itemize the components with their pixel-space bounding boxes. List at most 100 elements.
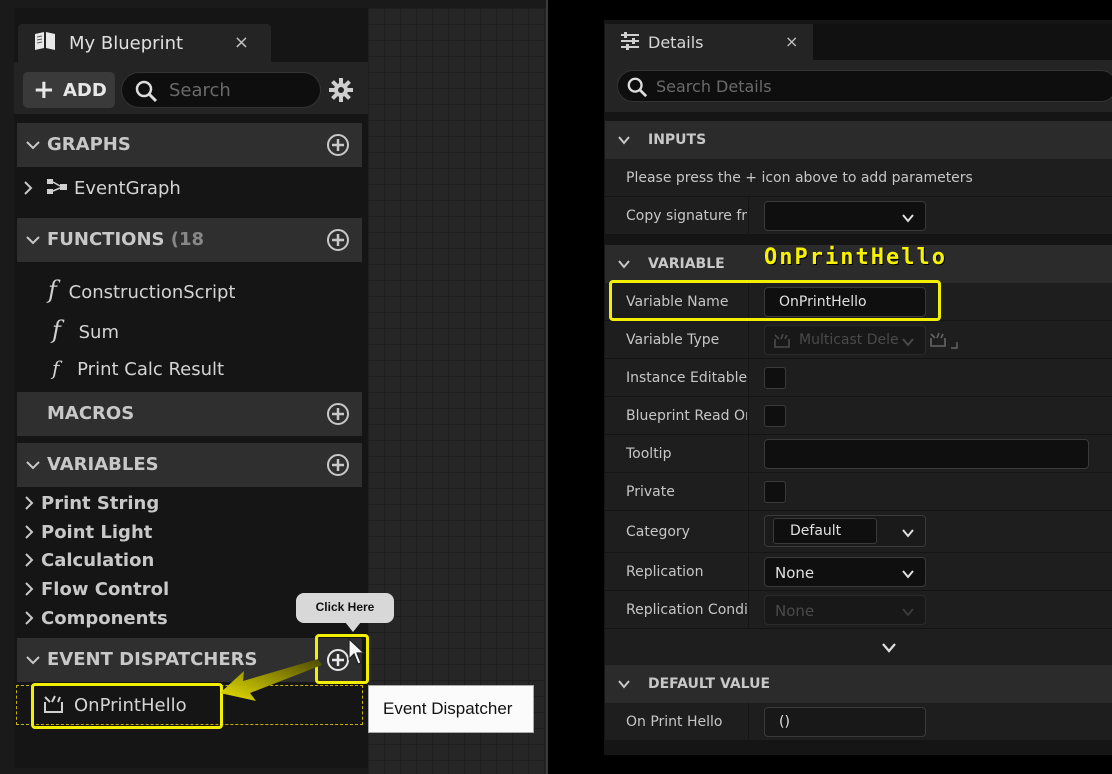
column-separator <box>748 435 749 473</box>
replication-condition-value: None <box>775 602 815 620</box>
tab-title: My Blueprint <box>69 33 184 54</box>
add-button-label: ADD <box>63 80 107 101</box>
section-label: VARIABLES <box>47 454 159 475</box>
replication-condition-row: Replication Conditi None <box>605 591 1112 629</box>
my-blueprint-window: My Blueprint × + ADD Search GRAPHS Event… <box>0 0 548 774</box>
add-variable-icon[interactable] <box>326 453 350 477</box>
details-search-row: Search Details <box>605 60 1112 112</box>
blueprint-read-only-row: Blueprint Read Onl <box>605 397 1112 435</box>
functions-count: (18 <box>170 229 205 250</box>
function-item-constructionscript[interactable]: f ConstructionScript <box>48 276 235 304</box>
section-variables[interactable]: VARIABLES <box>17 443 362 487</box>
column-separator <box>748 359 749 397</box>
blueprint-search-input[interactable]: Search <box>121 72 321 108</box>
chevron-right-icon <box>24 181 33 195</box>
replication-dropdown[interactable]: None <box>764 557 926 587</box>
section-inputs[interactable]: INPUTS <box>605 121 1112 159</box>
construction-function-icon: f <box>48 276 57 304</box>
plus-icon: + <box>33 75 55 105</box>
add-graph-icon[interactable] <box>326 133 350 157</box>
search-placeholder: Search <box>169 80 231 101</box>
chevron-down-icon <box>902 529 914 538</box>
sliders-icon <box>621 32 639 50</box>
event-dispatcher-callout: Event Dispatcher <box>368 685 534 733</box>
category-label: Category <box>626 524 690 540</box>
copy-signature-label: Copy signature fro <box>626 208 747 224</box>
section-label: GRAPHS <box>47 134 131 155</box>
tooltip-tail <box>345 622 361 632</box>
variable-category-print-string[interactable]: Print String <box>22 493 159 514</box>
tooltip-label: Tooltip <box>626 446 672 462</box>
function-icon: f <box>52 356 60 380</box>
on-print-hello-value-field[interactable]: () <box>764 707 926 737</box>
copy-signature-dropdown[interactable] <box>764 201 926 231</box>
annotation-label: OnPrintHello <box>764 245 947 270</box>
add-button[interactable]: + ADD <box>23 72 115 108</box>
graph-item-eventgraph[interactable]: EventGraph <box>22 178 181 199</box>
inputs-hint: Please press the + icon above to add par… <box>626 170 973 186</box>
callout-text: Event Dispatcher <box>383 699 513 718</box>
variable-category-flow-control[interactable]: Flow Control <box>22 579 169 600</box>
function-item-print-calc-result[interactable]: f Print Calc Result <box>52 356 224 380</box>
tooltip-row: Tooltip <box>605 435 1112 473</box>
category-combo[interactable]: Default <box>764 515 926 547</box>
column-separator <box>748 703 749 741</box>
section-label: DEFAULT VALUE <box>648 676 771 692</box>
container-type-icon[interactable] <box>929 331 959 349</box>
replication-condition-label: Replication Conditi <box>626 602 747 618</box>
chevron-right-icon <box>25 611 34 625</box>
close-icon[interactable]: × <box>785 32 798 51</box>
details-search-input[interactable]: Search Details <box>617 70 1112 102</box>
close-icon[interactable]: × <box>234 32 249 53</box>
instance-editable-checkbox[interactable] <box>764 367 786 389</box>
private-label: Private <box>626 484 675 500</box>
column-separator <box>748 511 749 553</box>
search-placeholder: Search Details <box>656 77 772 96</box>
column-separator <box>748 397 749 435</box>
function-item-sum[interactable]: f Sum <box>52 316 119 344</box>
add-macro-icon[interactable] <box>326 402 350 426</box>
tooltip-input[interactable] <box>764 439 1089 469</box>
blueprint-toolbar: + ADD Search <box>14 62 368 114</box>
chevron-down-icon <box>902 570 914 579</box>
graph-canvas[interactable] <box>368 8 548 774</box>
function-item-label: ConstructionScript <box>68 282 236 303</box>
variable-type-dropdown[interactable]: Multicast Dele <box>764 325 926 355</box>
chevron-down-icon <box>26 236 40 245</box>
replication-label: Replication <box>626 564 704 580</box>
tab-strip <box>813 24 1112 60</box>
event-graph-icon <box>47 179 67 194</box>
replication-condition-dropdown[interactable]: None <box>764 595 926 625</box>
search-icon <box>135 80 158 103</box>
panel-divider <box>546 0 548 774</box>
section-macros[interactable]: MACROS <box>17 392 362 436</box>
variable-type-value: Multicast Dele <box>799 332 899 348</box>
variable-category-components[interactable]: Components <box>22 608 168 629</box>
chevron-down-icon <box>902 338 914 347</box>
advanced-expander-row[interactable] <box>605 629 1112 667</box>
section-functions[interactable]: FUNCTIONS (18 <box>17 218 362 262</box>
tab-my-blueprint[interactable]: My Blueprint × <box>18 24 271 62</box>
section-graphs[interactable]: GRAPHS <box>17 123 362 167</box>
category-row: Category Default <box>605 511 1112 553</box>
details-window: Details × Search Details INPUTS Please p… <box>549 0 1112 774</box>
add-function-icon[interactable] <box>326 228 350 252</box>
book-icon <box>35 32 55 50</box>
tab-details[interactable]: Details × <box>605 24 813 60</box>
chevron-right-icon <box>25 582 34 596</box>
private-checkbox[interactable] <box>764 481 786 503</box>
variable-category-calculation[interactable]: Calculation <box>22 550 154 571</box>
section-label: MACROS <box>47 403 135 424</box>
arrow-icon <box>220 659 322 701</box>
chevron-down-icon <box>618 260 630 269</box>
blueprint-read-only-checkbox[interactable] <box>764 405 786 427</box>
chevron-down-icon <box>26 656 40 665</box>
private-row: Private <box>605 473 1112 511</box>
category-text-field[interactable]: Default <box>773 518 877 544</box>
event-dispatcher-icon <box>774 333 790 348</box>
gear-icon[interactable] <box>329 78 353 102</box>
section-default-value[interactable]: DEFAULT VALUE <box>605 665 1112 703</box>
variable-category-point-light[interactable]: Point Light <box>22 522 152 543</box>
function-item-label: Sum <box>78 322 119 343</box>
category-label: Components <box>41 608 168 629</box>
